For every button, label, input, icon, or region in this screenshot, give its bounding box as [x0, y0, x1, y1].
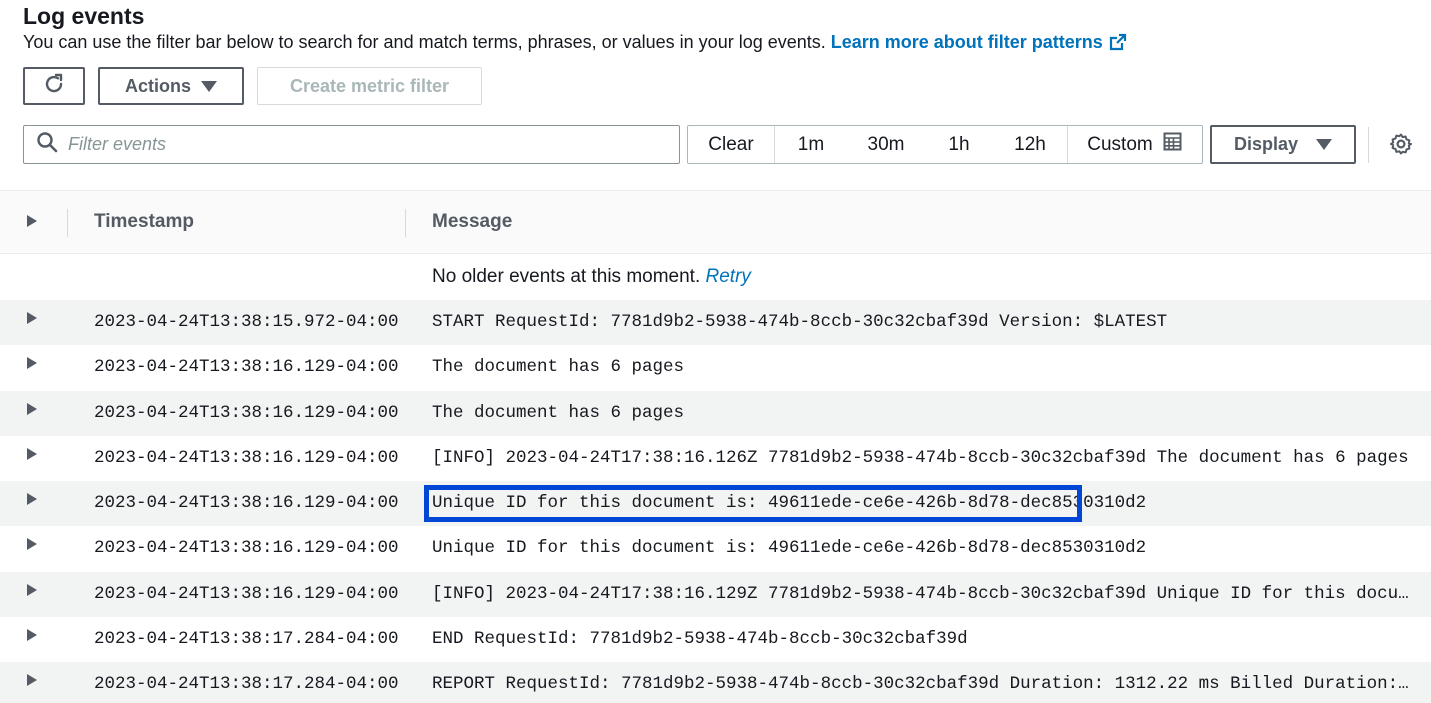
page-title: Log events	[23, 3, 145, 29]
row-message: The document has 6 pages	[432, 357, 685, 378]
create-metric-filter-button[interactable]: Create metric filter	[257, 67, 482, 105]
table-row[interactable]: 2023-04-24T13:38:16.129-04:00 [INFO] 2023…	[0, 571, 1431, 618]
expand-row-icon[interactable]	[27, 629, 37, 642]
filter-events-input[interactable]	[68, 134, 648, 155]
external-link-icon[interactable]	[1109, 33, 1127, 57]
toolbar-divider	[1368, 127, 1369, 163]
expand-row-icon[interactable]	[27, 493, 37, 506]
row-message: END RequestId: 7781d9b2-5938-474b-8ccb-3…	[432, 629, 968, 650]
refresh-icon	[42, 72, 66, 101]
actions-label: Actions	[124, 75, 191, 96]
table-row[interactable]: 2023-04-24T13:38:16.129-04:00 [INFO] 2023…	[0, 436, 1431, 481]
expand-row-icon[interactable]	[27, 357, 37, 370]
expand-row-icon[interactable]	[27, 583, 37, 596]
expand-row-icon[interactable]	[27, 312, 37, 324]
range-30m[interactable]: 30m	[847, 126, 925, 163]
row-message: [INFO] 2023-04-24T17:38:16.129Z 7781d9b2…	[432, 583, 1418, 604]
expand-row-icon[interactable]	[27, 538, 37, 551]
description-text: You can use the filter bar below to sear…	[23, 32, 831, 52]
table-row[interactable]: 2023-04-24T13:38:16.129-04:00 The documen…	[0, 390, 1431, 436]
custom-label: Custom	[1087, 133, 1153, 155]
notice-text: No older events at this moment. Retry	[432, 266, 751, 288]
table-row[interactable]: 2023-04-24T13:38:17.284-04:00 END Request…	[0, 617, 1431, 662]
display-label: Display	[1233, 134, 1299, 154]
row-message: The document has 6 pages	[432, 402, 685, 423]
calendar-icon	[1163, 132, 1182, 157]
expand-all-icon[interactable]	[27, 215, 37, 227]
log-events-table: Timestamp Message No older events at thi…	[0, 190, 1431, 703]
row-timestamp: 2023-04-24T13:38:16.129-04:00	[94, 493, 399, 514]
table-header: Timestamp Message	[0, 190, 1431, 254]
column-divider	[67, 209, 68, 237]
page-description: You can use the filter bar below to sear…	[23, 30, 1413, 57]
expand-row-icon[interactable]	[27, 447, 37, 460]
row-timestamp: 2023-04-24T13:38:15.972-04:00	[94, 312, 399, 332]
range-1m[interactable]: 1m	[775, 126, 847, 163]
row-timestamp: 2023-04-24T13:38:17.284-04:00	[94, 629, 399, 650]
refresh-button[interactable]	[23, 67, 85, 105]
range-clear[interactable]: Clear	[688, 126, 775, 163]
row-timestamp: 2023-04-24T13:38:16.129-04:00	[94, 583, 399, 604]
expand-row-icon[interactable]	[27, 402, 37, 415]
table-row[interactable]: 2023-04-24T13:38:17.284-04:00 REPORT Requ…	[0, 662, 1431, 703]
notice-message: No older events at this moment.	[432, 266, 706, 287]
filter-search-box	[23, 125, 680, 164]
display-dropdown-button[interactable]: Display	[1210, 125, 1356, 164]
time-range-selector: Clear 1m 30m 1h 12h Custom	[687, 125, 1203, 164]
actions-dropdown-button[interactable]: Actions	[98, 67, 244, 105]
table-row[interactable]: 2023-04-24T13:38:15.972-04:00 START Reque…	[0, 300, 1431, 346]
column-header-message[interactable]: Message	[432, 211, 512, 233]
retry-link[interactable]: Retry	[706, 266, 751, 287]
search-icon	[24, 131, 58, 158]
learn-more-link[interactable]: Learn more about filter patterns	[831, 32, 1103, 52]
row-timestamp: 2023-04-24T13:38:16.129-04:00	[94, 447, 399, 468]
row-message: Unique ID for this document is: 49611ede…	[432, 538, 1147, 559]
table-row[interactable]: 2023-04-24T13:38:16.129-04:00 Unique ID f…	[0, 526, 1431, 571]
range-custom[interactable]: Custom	[1067, 126, 1201, 163]
table-row[interactable]: 2023-04-24T13:38:16.129-04:00 The documen…	[0, 345, 1431, 390]
table-row[interactable]: 2023-04-24T13:38:16.129-04:00 Unique ID f…	[0, 481, 1431, 527]
row-timestamp: 2023-04-24T13:38:16.129-04:00	[94, 402, 399, 423]
older-events-notice: No older events at this moment. Retry	[0, 254, 1431, 300]
caret-down-icon	[201, 80, 217, 92]
row-timestamp: 2023-04-24T13:38:16.129-04:00	[94, 357, 399, 378]
gear-icon[interactable]	[1389, 132, 1413, 161]
column-divider	[405, 209, 406, 237]
range-1h[interactable]: 1h	[925, 126, 993, 163]
row-message: START RequestId: 7781d9b2-5938-474b-8ccb…	[432, 312, 1168, 332]
page-header: Log events You can use the filter bar be…	[23, 0, 1413, 57]
row-message: [INFO] 2023-04-24T17:38:16.126Z 7781d9b2…	[432, 447, 1409, 468]
row-timestamp: 2023-04-24T13:38:16.129-04:00	[94, 538, 399, 559]
caret-down-icon	[1316, 139, 1333, 150]
expand-row-icon[interactable]	[27, 674, 37, 687]
row-timestamp: 2023-04-24T13:38:17.284-04:00	[94, 674, 399, 695]
log-rows: 2023-04-24T13:38:15.972-04:00 START Reque…	[0, 300, 1431, 703]
highlight-box	[424, 485, 1082, 523]
range-12h[interactable]: 12h	[993, 126, 1067, 163]
column-header-timestamp[interactable]: Timestamp	[94, 211, 194, 233]
row-message: REPORT RequestId: 7781d9b2-5938-474b-8cc…	[432, 674, 1418, 695]
